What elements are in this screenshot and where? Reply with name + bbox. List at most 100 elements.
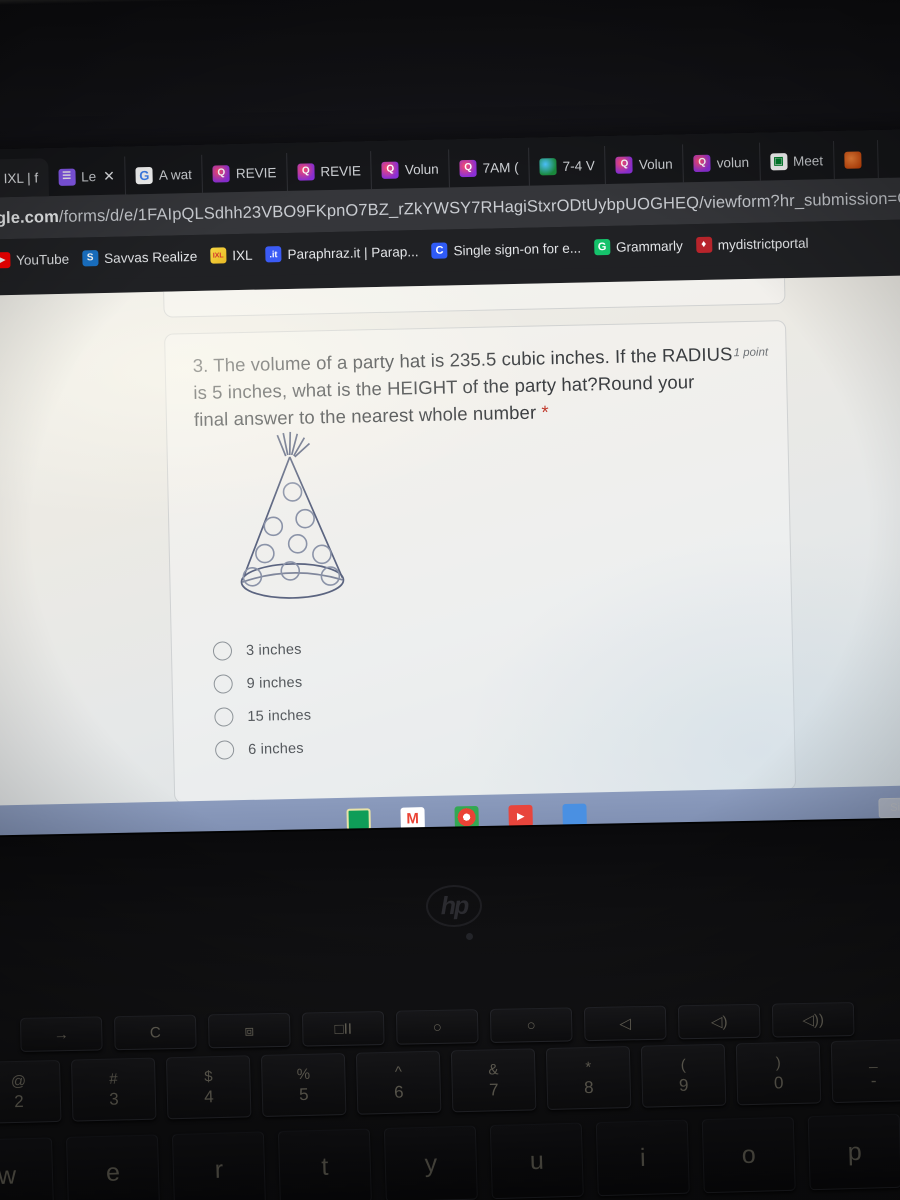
key-symbol: o [741, 1140, 757, 1169]
bookmark-label: Paraphraz.it | Parap... [287, 243, 419, 262]
bookmark-label: Grammarly [615, 237, 683, 255]
bookmark-grammarly[interactable]: G Grammarly [593, 237, 683, 256]
bookmark-savvas-realize[interactable]: S Savvas Realize [82, 248, 197, 267]
key-t[interactable]: t [277, 1128, 372, 1200]
key-symbol: C [149, 1023, 161, 1042]
browser-tab-edge[interactable] [833, 140, 879, 180]
key-symbol: ◁) [710, 1012, 728, 1031]
key-volume-down[interactable]: ◁) [677, 1003, 761, 1040]
key-tab-arrow[interactable]: → [20, 1016, 103, 1052]
key-9[interactable]: ( 9 [640, 1043, 727, 1108]
close-icon[interactable]: ✕ [103, 167, 115, 184]
chrome-icon[interactable] [454, 805, 479, 829]
key-number: 3 [108, 1089, 119, 1109]
bookmark-youtube[interactable]: ▶ YouTube [0, 251, 69, 269]
key-r[interactable]: r [171, 1131, 266, 1200]
option-label: 6 inches [247, 740, 304, 758]
bookmark-label: YouTube [15, 251, 70, 268]
browser-tab-volun-3[interactable]: Q volun [683, 142, 761, 183]
browser-tab-revie-2[interactable]: Q REVIE [286, 151, 373, 191]
google-icon: G [135, 166, 154, 184]
key-symbol: ( [680, 1056, 686, 1074]
browser-tab-volun-1[interactable]: Q Volun [371, 149, 451, 190]
bookmark-label: Single sign-on for e... [453, 240, 582, 258]
key-symbol: $ [204, 1068, 213, 1086]
browser-tab-revie-1[interactable]: Q REVIE [202, 152, 288, 193]
browser-tab-a-wat[interactable]: G A wat [125, 154, 204, 195]
option-label: 15 inches [247, 707, 312, 725]
google-slides-icon[interactable] [562, 803, 587, 827]
bookmark-paraphrazit[interactable]: .it Paraphraz.it | Parap... [265, 243, 419, 263]
key-number: 8 [583, 1077, 594, 1098]
key-number: - [870, 1071, 877, 1091]
laptop-screen: IXL IXL | f ☰ Le ✕ G A wat Q REVIE Q [0, 128, 900, 850]
radio-button[interactable] [214, 707, 234, 727]
browser-tab-74v[interactable]: 7-4 V [529, 146, 607, 186]
bookmark-single-sign-on[interactable]: C Single sign-on for e... [431, 240, 581, 259]
option-row[interactable]: 9 inches [213, 666, 311, 701]
key-4[interactable]: $ 4 [165, 1055, 252, 1120]
browser-tab-7am[interactable]: Q 7AM ( [449, 147, 531, 188]
option-row[interactable]: 6 inches [214, 732, 313, 767]
radio-button[interactable] [213, 674, 233, 694]
radio-button[interactable] [212, 641, 233, 661]
clever-icon: C [431, 242, 448, 259]
ixl-icon: IXL [210, 247, 227, 264]
key-number: 2 [14, 1091, 24, 1112]
option-row[interactable]: 15 inches [214, 699, 312, 734]
youtube-icon[interactable]: ▶ [508, 804, 533, 828]
browser-tab-volun-2[interactable]: Q Volun [605, 144, 685, 184]
key-p[interactable]: p [807, 1113, 900, 1191]
key-symbol: ◁ [619, 1014, 632, 1032]
key-e[interactable]: e [65, 1134, 160, 1200]
key-7[interactable]: & 7 [450, 1048, 537, 1113]
key-u[interactable]: u [489, 1122, 584, 1200]
bookmark-label: IXL [232, 247, 253, 263]
quizizz-icon: Q [693, 154, 711, 172]
key-volume-up[interactable]: ◁)) [771, 1001, 855, 1038]
tab-label: A wat [158, 166, 193, 183]
key-refresh[interactable]: C [113, 1014, 197, 1051]
key-0[interactable]: ) 0 [735, 1041, 822, 1106]
option-row[interactable]: 3 inches [212, 633, 311, 668]
key-5[interactable]: % 5 [260, 1052, 347, 1118]
key-symbol: u [529, 1146, 545, 1175]
tab-label: volun [716, 154, 750, 171]
key-overview[interactable]: □II [301, 1011, 385, 1047]
party-hat-image [215, 429, 369, 622]
key-i[interactable]: i [595, 1119, 690, 1197]
key-2[interactable]: @ 2 [0, 1059, 62, 1124]
mydistrictportal-icon: ♦ [695, 236, 712, 254]
key-fullscreen[interactable]: ⧈ [207, 1012, 291, 1049]
question-body: 3. The volume of a party hat is 235.5 cu… [192, 343, 733, 430]
browser-tab-meet[interactable]: ▣ Meet [759, 141, 835, 181]
browser-tab-ixl[interactable]: IXL IXL | f [0, 158, 49, 198]
tab-label: Meet [792, 152, 824, 169]
key-minus[interactable]: _ - [830, 1039, 900, 1104]
bookmark-label: Savvas Realize [104, 248, 198, 266]
key-6[interactable]: ^ 6 [355, 1050, 442, 1115]
key-y[interactable]: y [383, 1125, 478, 1200]
earth-icon [539, 157, 557, 175]
key-mute[interactable]: ◁ [583, 1005, 667, 1042]
key-8[interactable]: * 8 [545, 1046, 632, 1111]
browser-tab-le[interactable]: ☰ Le ✕ [47, 156, 127, 197]
key-w[interactable]: w [0, 1137, 55, 1200]
answer-options-list[interactable]: 3 inches 9 inches 15 inches 6 inches [212, 633, 313, 767]
key-symbol: * [585, 1058, 592, 1077]
bookmark-ixl[interactable]: IXL IXL [210, 247, 253, 264]
key-brightness-up[interactable]: ○ [489, 1007, 573, 1043]
key-brightness-down[interactable]: ○ [395, 1009, 479, 1045]
bookmark-mydistrictportal[interactable]: ♦ mydistrictportal [695, 235, 809, 254]
key-3[interactable]: # 3 [70, 1057, 157, 1122]
tab-label: REVIE [320, 162, 362, 179]
meet-icon: ▣ [769, 152, 788, 170]
key-symbol: _ [868, 1051, 878, 1070]
key-symbol: ◁)) [802, 1011, 825, 1029]
grammarly-icon: G [593, 238, 611, 256]
sign-out-button[interactable]: Sign out [877, 796, 900, 819]
quizizz-icon: Q [297, 162, 315, 181]
key-o[interactable]: o [701, 1116, 796, 1194]
radio-button[interactable] [214, 740, 235, 760]
tab-label: Volun [638, 156, 673, 172]
